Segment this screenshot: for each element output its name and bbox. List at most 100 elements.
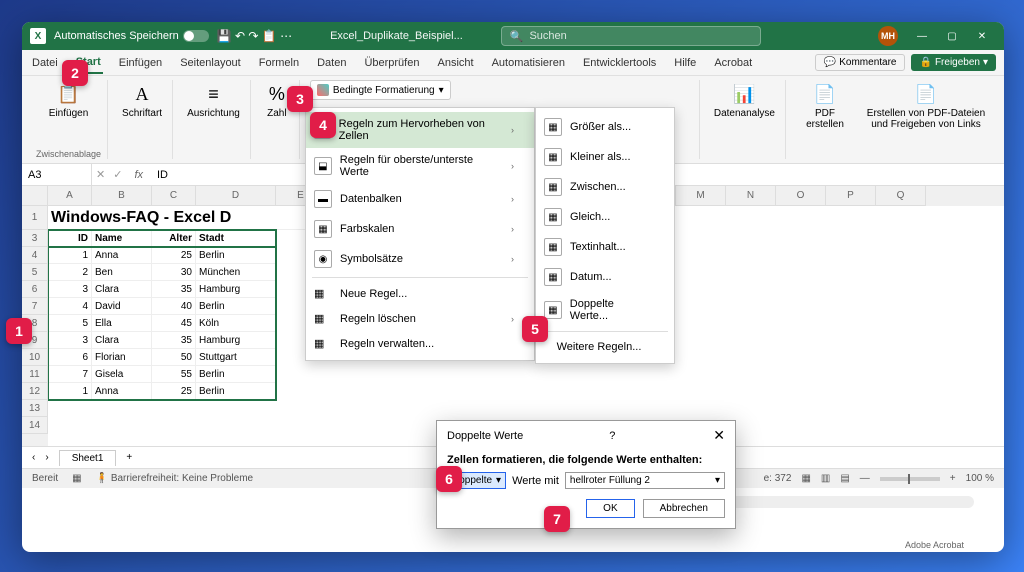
autosave-toggle[interactable]: Automatisches Speichern: [54, 30, 209, 42]
dialog-help-button[interactable]: ?: [609, 430, 615, 442]
qat[interactable]: 💾 ↶ ↷ 📋 ⋯: [217, 29, 292, 43]
menu-new-rule[interactable]: ▦Neue Regel...: [306, 281, 534, 306]
col-header[interactable]: M: [676, 186, 726, 206]
tab-acrobat[interactable]: Acrobat: [712, 53, 754, 73]
cell[interactable]: Gisela: [92, 366, 152, 383]
menu-manage-rules[interactable]: ▦Regeln verwalten...: [306, 331, 534, 356]
menu-iconsets[interactable]: ◉Symbolsätze›: [306, 244, 534, 274]
cell[interactable]: ID: [48, 230, 92, 247]
zoom-slider[interactable]: [880, 477, 940, 481]
sheet-tab[interactable]: Sheet1: [59, 450, 117, 466]
menu-text[interactable]: ▦Textinhalt...: [536, 232, 674, 262]
cell[interactable]: 5: [48, 315, 92, 332]
cell[interactable]: 35: [152, 332, 196, 349]
menu-duplicate[interactable]: ▦Doppelte Werte...: [536, 292, 674, 328]
search-input[interactable]: 🔍 Suchen: [501, 26, 761, 46]
col-header[interactable]: B: [92, 186, 152, 206]
col-header[interactable]: A: [48, 186, 92, 206]
cell[interactable]: Anna: [92, 247, 152, 264]
cell[interactable]: 30: [152, 264, 196, 281]
cell[interactable]: 55: [152, 366, 196, 383]
data-analysis-button[interactable]: 📊Datenanalyse: [710, 80, 779, 121]
cell[interactable]: 6: [48, 349, 92, 366]
formula-value[interactable]: ID: [151, 169, 174, 181]
filename[interactable]: Excel_Duplikate_Beispiel...: [330, 30, 463, 42]
macro-icon[interactable]: ▦: [72, 473, 81, 484]
cell[interactable]: Stadt: [196, 230, 276, 247]
row-header[interactable]: 1: [22, 206, 48, 230]
cell[interactable]: Berlin: [196, 383, 276, 400]
sheet-title[interactable]: Windows-FAQ - Excel D: [48, 206, 348, 230]
cell[interactable]: 45: [152, 315, 196, 332]
cell[interactable]: Clara: [92, 332, 152, 349]
cancel-button[interactable]: Abbrechen: [643, 499, 725, 518]
fx-cancel-icon[interactable]: ✕: [92, 168, 109, 181]
cell[interactable]: Ben: [92, 264, 152, 281]
col-header[interactable]: P: [826, 186, 876, 206]
minimize-button[interactable]: —: [908, 26, 936, 46]
cell[interactable]: Clara: [92, 281, 152, 298]
align-button[interactable]: ≡Ausrichtung: [183, 80, 244, 121]
tab-seitenlayout[interactable]: Seitenlayout: [178, 53, 243, 73]
close-button[interactable]: ✕: [968, 26, 996, 46]
tab-entwicklertools[interactable]: Entwicklertools: [581, 53, 658, 73]
cell[interactable]: 3: [48, 281, 92, 298]
menu-greater[interactable]: ▦Größer als...: [536, 112, 674, 142]
col-header[interactable]: D: [196, 186, 276, 206]
cell[interactable]: 40: [152, 298, 196, 315]
cell[interactable]: 25: [152, 383, 196, 400]
fx-confirm-icon[interactable]: ✓: [109, 168, 126, 181]
cell[interactable]: Alter: [152, 230, 196, 247]
view-normal-icon[interactable]: ▦: [801, 473, 810, 484]
menu-colorscales[interactable]: ▦Farbskalen›: [306, 214, 534, 244]
dialog-close-button[interactable]: ✕: [713, 427, 725, 444]
pdf-share-button[interactable]: 📄Erstellen von PDF-Dateien und Freigeben…: [862, 80, 990, 132]
tab-daten[interactable]: Daten: [315, 53, 348, 73]
zoom-in-button[interactable]: +: [950, 473, 956, 484]
cell[interactable]: Anna: [92, 383, 152, 400]
fx-icon[interactable]: fx: [126, 169, 151, 181]
cell[interactable]: 7: [48, 366, 92, 383]
name-box[interactable]: A3: [22, 164, 92, 185]
cell[interactable]: 1: [48, 383, 92, 400]
cell[interactable]: 3: [48, 332, 92, 349]
cell[interactable]: 50: [152, 349, 196, 366]
tab-datei[interactable]: Datei: [30, 53, 60, 73]
col-header[interactable]: Q: [876, 186, 926, 206]
cell[interactable]: Köln: [196, 315, 276, 332]
sheet-nav-prev[interactable]: ‹: [32, 452, 35, 463]
cell[interactable]: Berlin: [196, 247, 276, 264]
cell[interactable]: Name: [92, 230, 152, 247]
menu-equal[interactable]: ▦Gleich...: [536, 202, 674, 232]
cell[interactable]: Stuttgart: [196, 349, 276, 366]
menu-date[interactable]: ▦Datum...: [536, 262, 674, 292]
tab-einfuegen[interactable]: Einfügen: [117, 53, 164, 73]
cell[interactable]: 2: [48, 264, 92, 281]
sheet-nav-next[interactable]: ›: [45, 452, 48, 463]
cell[interactable]: 4: [48, 298, 92, 315]
font-button[interactable]: ASchriftart: [118, 80, 166, 121]
paste-button[interactable]: 📋Einfügen: [45, 80, 92, 121]
avatar[interactable]: MH: [878, 26, 898, 46]
col-header[interactable]: O: [776, 186, 826, 206]
cell[interactable]: 1: [48, 247, 92, 264]
tab-ueberpruefen[interactable]: Überprüfen: [362, 53, 421, 73]
toggle-icon[interactable]: [183, 30, 209, 42]
tab-automatisieren[interactable]: Automatisieren: [490, 53, 567, 73]
accessibility-status[interactable]: 🧍 Barrierefreiheit: Keine Probleme: [96, 473, 254, 484]
ok-button[interactable]: OK: [586, 499, 634, 518]
select-all[interactable]: [22, 186, 48, 206]
view-layout-icon[interactable]: ▥: [821, 473, 830, 484]
menu-between[interactable]: ▦Zwischen...: [536, 172, 674, 202]
share-button[interactable]: 🔒 Freigeben ▾: [911, 54, 996, 71]
cell[interactable]: Florian: [92, 349, 152, 366]
menu-more-rules[interactable]: Weitere Regeln...: [536, 335, 674, 359]
format-select[interactable]: hellroter Füllung 2▾: [565, 472, 725, 489]
cell[interactable]: Hamburg: [196, 332, 276, 349]
cell[interactable]: 25: [152, 247, 196, 264]
menu-less[interactable]: ▦Kleiner als...: [536, 142, 674, 172]
zoom-level[interactable]: 100 %: [966, 473, 994, 484]
cell[interactable]: David: [92, 298, 152, 315]
cell[interactable]: Berlin: [196, 366, 276, 383]
zoom-out-button[interactable]: —: [860, 473, 870, 484]
